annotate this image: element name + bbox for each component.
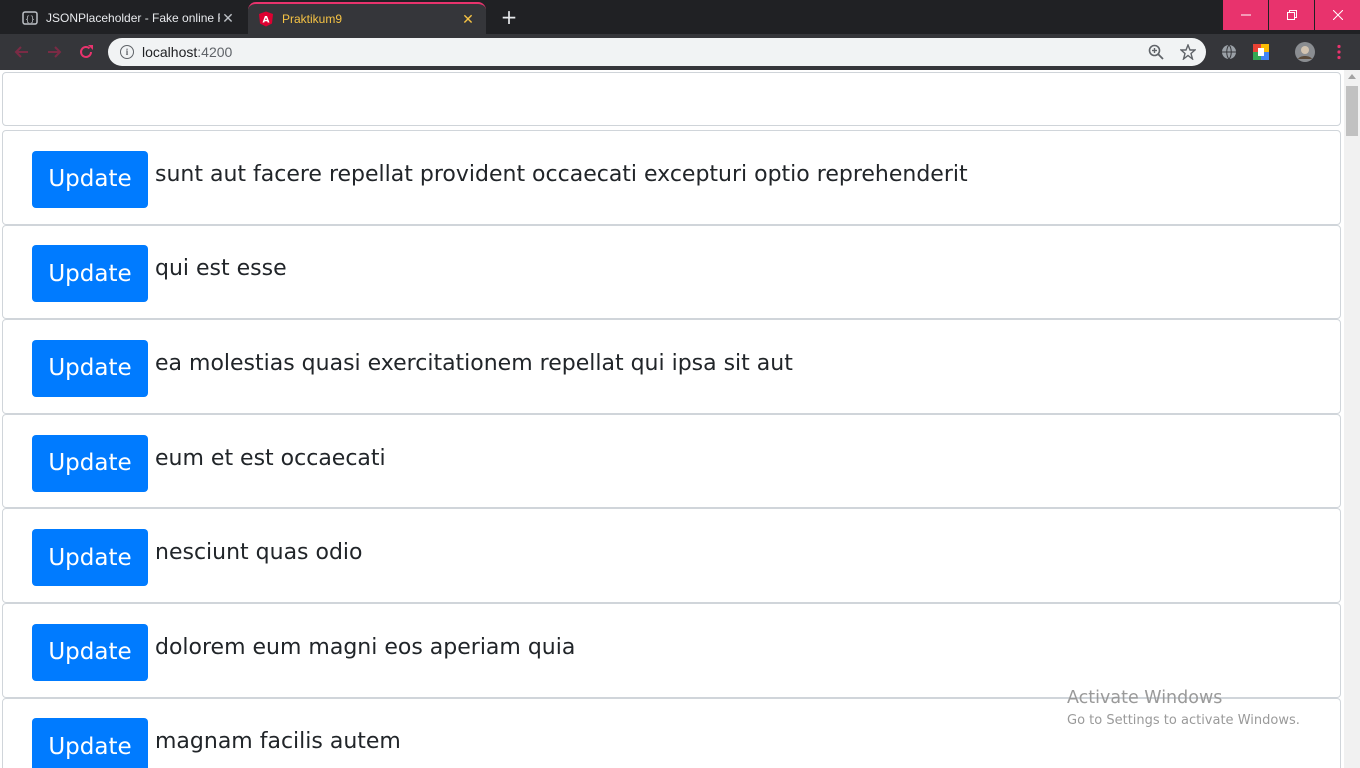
address-bar[interactable]: i localhost:4200 [108,38,1206,66]
post-title: eum et est occaecati [155,445,386,471]
restore-window-button[interactable] [1269,0,1314,30]
reload-button[interactable] [74,40,98,64]
profile-avatar[interactable] [1295,42,1315,62]
list-item: Update dolorem eum magni eos aperiam qui… [2,602,1341,698]
close-tab-icon[interactable]: ✕ [220,10,236,26]
update-button[interactable]: Update [32,245,148,303]
browser-menu-icon[interactable] [1329,42,1349,62]
update-button[interactable]: Update [32,434,148,492]
svg-text:{}: {} [25,15,35,24]
angular-icon: A [258,11,274,27]
url-text[interactable]: localhost:4200 [142,44,232,60]
new-tab-button[interactable]: + [498,6,520,28]
tab-jsonplaceholder[interactable]: {} JSONPlaceholder - Fake online REST AP… [12,2,246,34]
update-button[interactable]: Update [32,339,148,397]
browser-toolbar: i localhost:4200 [0,34,1360,70]
forward-button[interactable] [42,40,66,64]
close-tab-icon[interactable]: ✕ [460,11,476,27]
colorful-extension-icon[interactable] [1251,42,1271,62]
arrow-right-icon [48,46,62,58]
post-title: qui est esse [155,256,287,282]
browser-tab-strip: {} JSONPlaceholder - Fake online REST AP… [0,0,1360,34]
info-icon[interactable]: i [120,45,134,59]
restore-icon [1286,10,1297,20]
page-content: Update sunt aut facere repellat providen… [0,70,1344,768]
post-title: nesciunt quas odio [155,540,363,566]
bookmark-star-icon[interactable] [1178,42,1198,62]
list-item: Update ea molestias quasi exercitationem… [2,319,1341,414]
search-input-card[interactable] [2,72,1341,126]
update-button[interactable]: Update [32,718,148,768]
watermark-subtitle: Go to Settings to activate Windows. [1067,713,1300,728]
arrow-left-icon [14,46,28,58]
back-button[interactable] [10,40,34,64]
list-item: Update qui est esse [2,224,1341,320]
scroll-up-arrow-icon[interactable] [1348,74,1356,79]
update-button[interactable]: Update [32,150,148,208]
post-title: dolorem eum magni eos aperiam quia [155,634,576,660]
list-item: Update sunt aut facere repellat providen… [2,130,1341,225]
post-title: sunt aut facere repellat provident occae… [155,161,968,187]
post-title: magnam facilis autem [155,729,401,755]
close-window-button[interactable] [1315,0,1360,30]
page-scrollbar[interactable] [1344,70,1360,768]
post-list: Update sunt aut facere repellat providen… [2,130,1341,768]
watermark-title: Activate Windows [1067,688,1223,708]
list-item: Update eum et est occaecati [2,413,1341,509]
reload-icon [80,45,93,58]
post-title: ea molestias quasi exercitationem repell… [155,350,793,376]
tab-praktikum9[interactable]: A Praktikum9 ✕ [248,2,486,34]
close-icon [1332,10,1343,20]
svg-text:A: A [263,16,270,26]
list-item: Update nesciunt quas odio [2,508,1341,603]
tab-title: JSONPlaceholder - Fake online REST API f… [46,11,220,25]
tab-title: Praktikum9 [282,12,343,26]
zoom-icon[interactable] [1146,42,1166,62]
jsonplaceholder-icon: {} [22,10,38,26]
activate-windows-watermark: Activate Windows Go to Settings to activ… [1067,688,1300,728]
scrollbar-thumb[interactable] [1346,86,1358,136]
globe-extension-icon[interactable] [1219,42,1239,62]
update-button[interactable]: Update [32,529,148,587]
update-button[interactable]: Update [32,623,148,681]
minimize-icon [1240,14,1251,16]
minimize-window-button[interactable] [1223,0,1268,30]
